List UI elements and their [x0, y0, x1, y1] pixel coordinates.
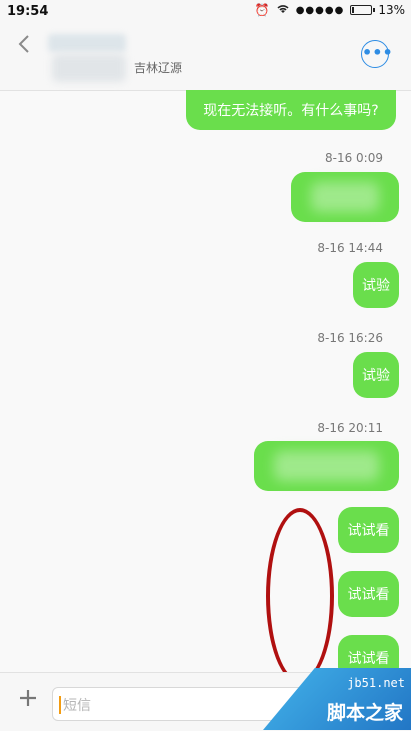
watermark-domain: jb51.net — [347, 676, 405, 690]
alarm-icon: ⏰ — [254, 3, 270, 17]
chevron-left-icon — [18, 35, 29, 53]
status-bar: 19:54 ⏰ ●●●●● 13% — [0, 0, 411, 24]
blurred-content — [274, 451, 379, 481]
text-caret — [59, 696, 61, 714]
battery-percent: 13% — [378, 3, 405, 17]
blurred-content — [311, 182, 379, 212]
message-bubble-2[interactable]: 试验 — [353, 262, 399, 308]
message-bubble-blurred-2[interactable] — [254, 441, 399, 491]
timestamp-4: 8-16 20:11 — [317, 421, 383, 435]
annotation-ellipse — [266, 508, 334, 684]
message-text-1: 现在无法接听。有什么事吗? — [203, 103, 379, 119]
contact-location: 吉林辽源 — [134, 61, 183, 75]
message-text-5: 试试看 — [347, 523, 390, 539]
message-text-7: 试试看 — [347, 651, 390, 667]
status-icons: ⏰ ●●●●● 13% — [255, 3, 405, 17]
plus-icon — [20, 690, 36, 706]
ellipsis-icon: ••• — [362, 43, 393, 62]
conversation-header: 吉林辽源 ••• — [0, 24, 411, 91]
wifi-icon — [276, 3, 290, 17]
message-input-placeholder: 短信 — [63, 698, 91, 714]
status-time: 19:54 — [7, 4, 49, 19]
message-bubble-blurred-1[interactable] — [291, 172, 399, 222]
contact-name-blurred — [48, 34, 126, 52]
message-bubble-6[interactable]: 试试看 — [338, 571, 399, 617]
watermark-brand: 脚本之家 — [326, 702, 403, 724]
back-button[interactable] — [18, 34, 30, 60]
contact-number-blurred — [52, 54, 126, 82]
attach-button[interactable] — [18, 685, 38, 715]
more-button[interactable]: ••• — [361, 40, 393, 68]
battery-fill — [352, 7, 355, 13]
timestamp-1: 8-16 0:09 — [325, 151, 383, 165]
message-bubble-1[interactable]: 现在无法接听。有什么事吗? — [186, 90, 396, 130]
message-input[interactable]: 短信 — [52, 687, 312, 721]
battery-icon — [350, 5, 376, 15]
message-bubble-5[interactable]: 试试看 — [338, 507, 399, 553]
timestamp-3: 8-16 16:26 — [317, 331, 383, 345]
timestamp-2: 8-16 14:44 — [317, 241, 383, 255]
message-text-2: 试验 — [362, 278, 390, 294]
signal-icon: ●●●●● — [295, 4, 345, 16]
message-text-3: 试验 — [362, 368, 390, 384]
message-text-6: 试试看 — [347, 587, 390, 603]
message-bubble-3[interactable]: 试验 — [353, 352, 399, 398]
